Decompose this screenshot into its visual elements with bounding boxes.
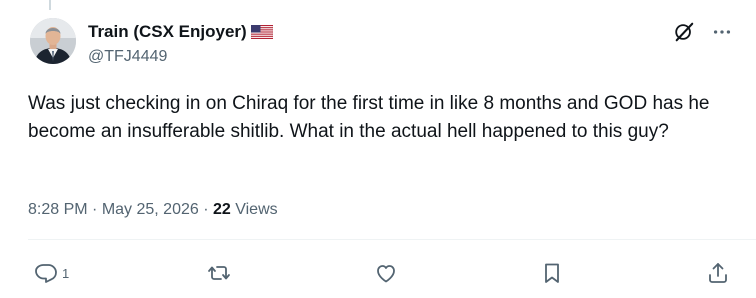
meta-separator: · <box>87 201 102 218</box>
tweet-card: Train (CSX Enjoyer) @TFJ4449 Was just ch… <box>0 0 756 298</box>
like-button[interactable] <box>374 261 402 285</box>
share-icon <box>706 261 730 285</box>
divider <box>28 239 756 240</box>
reply-count: 1 <box>62 265 70 281</box>
like-icon <box>374 261 398 285</box>
tweet-text: Was just checking in on Chiraq for the f… <box>28 93 710 142</box>
reply-button[interactable]: 1 <box>34 261 69 285</box>
retweet-icon <box>207 261 231 285</box>
meta-separator: · <box>198 201 213 218</box>
tweet-top-actions <box>672 20 734 44</box>
reply-icon <box>34 261 58 285</box>
tweet-meta: 8:28 PM · May 25, 2026 · 22 Views <box>28 200 278 220</box>
bookmark-button[interactable] <box>540 261 568 285</box>
author-display-name[interactable]: Train (CSX Enjoyer) <box>88 21 273 43</box>
author-name-text: Train (CSX Enjoyer) <box>88 22 247 41</box>
retweet-button[interactable] <box>207 261 235 285</box>
us-flag-icon <box>250 25 273 39</box>
author-handle[interactable]: @TFJ4449 <box>88 47 167 67</box>
tweet-action-bar: 1 <box>34 260 730 286</box>
share-button[interactable] <box>706 261 730 285</box>
tweet-date[interactable]: May 25, 2026 <box>102 201 199 218</box>
avatar[interactable] <box>30 18 76 64</box>
more-icon[interactable] <box>710 20 734 44</box>
grok-icon[interactable] <box>672 20 696 44</box>
avatar-image <box>30 18 76 64</box>
thread-connector-line <box>49 0 51 10</box>
views-count: 22 <box>212 201 231 218</box>
tweet-time[interactable]: 8:28 PM <box>28 201 88 218</box>
bookmark-icon <box>540 261 564 285</box>
views-label: Views <box>230 201 278 218</box>
